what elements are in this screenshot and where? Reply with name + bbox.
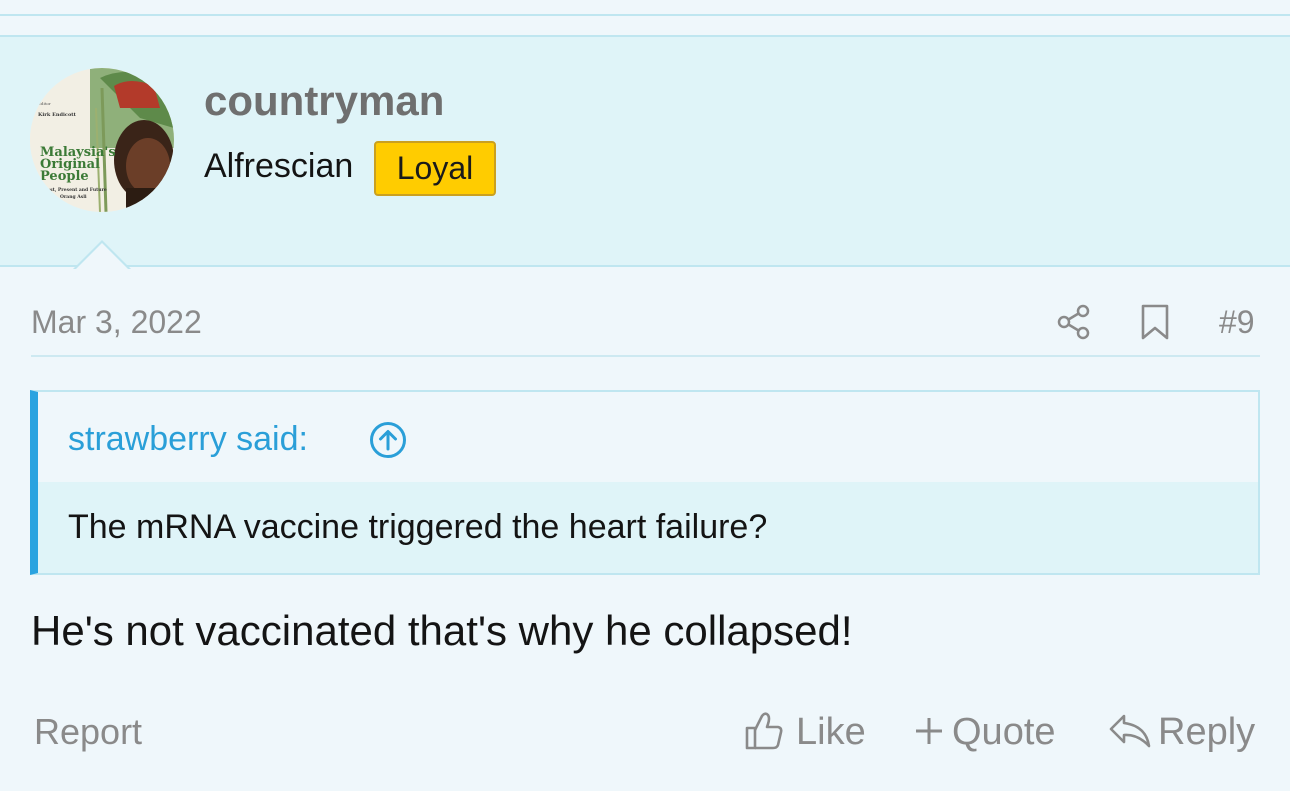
share-icon[interactable] — [1056, 303, 1092, 341]
header-pointer-inner — [76, 243, 128, 269]
user-badge: Loyal — [374, 141, 496, 196]
like-button[interactable]: Like — [796, 710, 866, 754]
avatar-editor-text: Editor — [38, 101, 51, 106]
avatar-subtitle2: Orang Asli — [60, 194, 87, 200]
plus-icon[interactable] — [914, 716, 944, 746]
top-strip — [0, 0, 1290, 16]
quote-block: strawberry said: The mRNA vaccine trigge… — [30, 390, 1260, 575]
avatar-title-line3: People — [40, 169, 89, 184]
post-number-link[interactable]: #9 — [1219, 301, 1255, 343]
post-body-text: He's not vaccinated that's why he collap… — [31, 607, 853, 654]
post-date-link[interactable]: Mar 3, 2022 — [31, 301, 202, 343]
quote-header: strawberry said: — [38, 392, 1258, 482]
quote-author-link[interactable]: strawberry said: — [68, 418, 308, 460]
avatar-image: Editor Kirk Endicott Malaysia's Original… — [30, 68, 174, 212]
quote-content: The mRNA vaccine triggered the heart fai… — [38, 482, 1258, 573]
avatar-author-text: Kirk Endicott — [38, 112, 77, 118]
quote-button[interactable]: Quote — [952, 710, 1056, 754]
bookmark-icon[interactable] — [1140, 303, 1170, 341]
thumbs-up-icon[interactable] — [744, 710, 784, 752]
username-link[interactable]: countryman — [204, 76, 444, 126]
report-link[interactable]: Report — [34, 710, 142, 754]
avatar[interactable]: Editor Kirk Endicott Malaysia's Original… — [30, 68, 174, 212]
quote-text: The mRNA vaccine triggered the heart fai… — [68, 508, 768, 546]
user-header — [0, 35, 1290, 267]
reply-button[interactable]: Reply — [1158, 710, 1255, 754]
avatar-subtitle1: Past, Present and Future — [44, 187, 107, 193]
arrow-up-circle-icon[interactable] — [368, 420, 408, 460]
divider — [31, 355, 1260, 357]
reply-icon[interactable] — [1108, 712, 1152, 750]
user-title: Alfrescian — [204, 147, 354, 185]
